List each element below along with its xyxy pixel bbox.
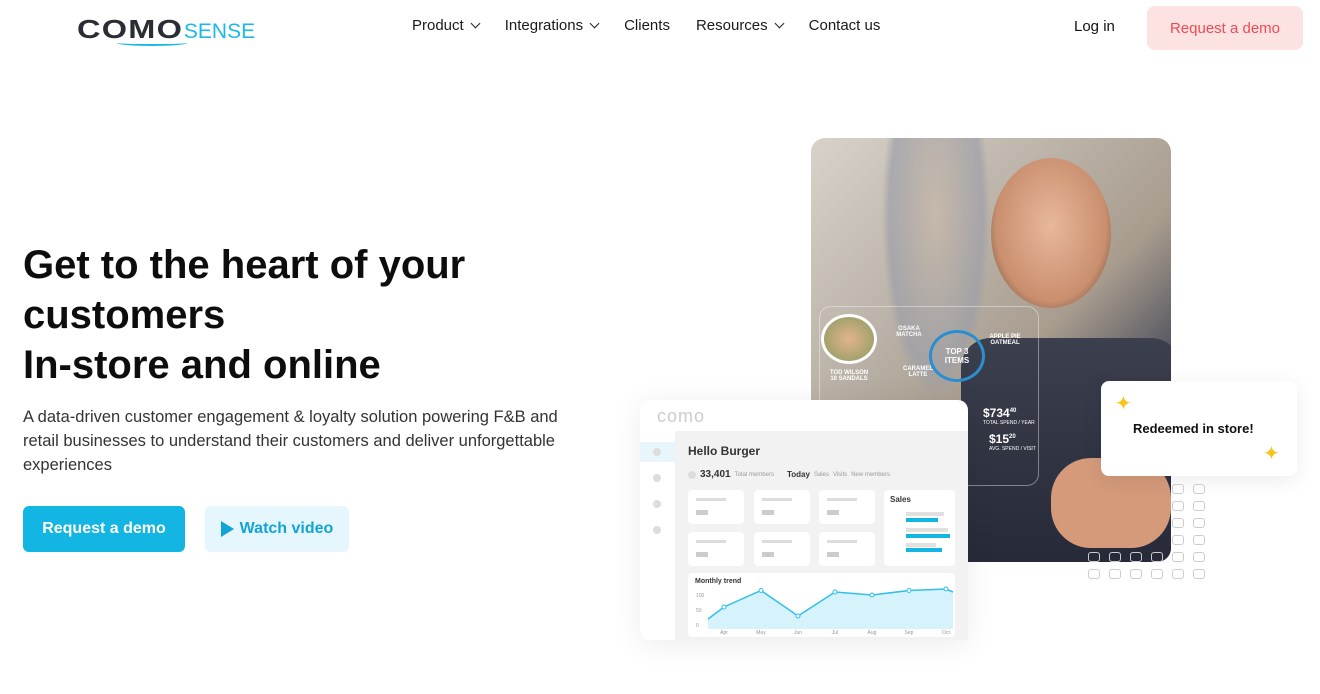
watch-video-button[interactable]: Watch video [205,506,349,552]
item-3: APPLE PIE OATMEAL [989,334,1021,346]
trend-x-tick: May [756,630,766,636]
kpi-tile [819,532,875,566]
logo-swoosh [117,40,187,46]
trend-point [721,604,727,610]
trend-y-tick: 50 [696,608,702,614]
request-demo-button[interactable]: Request a demo [23,506,185,552]
chevron-down-icon [774,18,785,29]
trend-x-tick: Oct [942,630,950,636]
customer-avatar [821,314,877,364]
nav-clients[interactable]: Clients [624,17,670,34]
logo-sense: SENSE [183,20,256,43]
monthly-trend-card: Monthly trend 100 50 0 Apr May Jun Jul Aug Sep Oc… [688,573,955,637]
title-line-2: In-store and online [23,343,381,387]
nav-contact[interactable]: Contact us [809,17,881,34]
main-menu: Product Integrations Clients Resources C… [412,17,880,34]
item-2: CARAMEL LATTE [903,366,933,378]
customer-name: TOD WILSON 10 SANDALS [829,370,869,382]
total-spend-stat: $73440 TOTAL SPEND / YEAR [983,406,1035,426]
kpi-tile [754,532,810,566]
como-sense-logo[interactable]: COMO SENSE [77,14,256,46]
title-line-1: Get to the heart of your customers [23,243,466,337]
dashboard-mockup: como Hello Burger 33,401 Total members To… [640,400,968,640]
nav-integrations[interactable]: Integrations [504,17,600,34]
seat-pattern [1088,484,1207,579]
nav-label: Contact us [808,17,881,34]
trend-chart: 100 50 0 Apr May Jun Jul Aug Sep Oct [696,586,954,636]
nav-label: Product [412,17,464,34]
redeemed-text: Redeemed in store! [1133,421,1254,436]
watch-video-label: Watch video [239,520,334,537]
photo-woman-face [991,158,1111,308]
members-row: 33,401 Total members Today Sales Visits New … [688,469,890,480]
hero-title: Get to the heart of your customers In-sto… [23,240,583,390]
trend-point [869,592,875,598]
trend-x-tick: Aug [868,630,877,636]
trend-x-tick: Jul [832,630,838,636]
kpi-tile [688,490,744,524]
login-link[interactable]: Log in [1074,18,1115,35]
top-nav: COMO SENSE Product Integrations Clients … [0,0,1320,56]
dashboard-main: Hello Burger 33,401 Total members Today Sa… [675,431,968,640]
item-1: OSAKA MATCHA [896,326,922,338]
trend-x-tick: Apr [720,630,728,636]
dashboard-title: Hello Burger [688,444,761,458]
trend-x-tick: Sep [905,630,914,636]
trend-point [943,586,949,592]
dashboard-logo: como [657,406,706,426]
play-icon [220,521,234,537]
request-demo-nav-button[interactable]: Request a demo [1147,6,1303,50]
chevron-down-icon [470,18,481,29]
redeemed-card: ✦ Redeemed in store! ✦ [1101,381,1297,476]
nav-resources[interactable]: Resources [695,17,785,34]
chevron-down-icon [589,18,600,29]
trend-x-tick: Jun [794,630,802,636]
trend-point [758,588,764,593]
trend-y-tick: 0 [696,623,699,629]
kpi-tile [688,532,744,566]
nav-product[interactable]: Product [412,17,481,34]
trend-point [795,613,801,619]
trend-point [906,588,912,593]
nav-label: Clients [624,17,670,34]
hero-subtitle: A data-driven customer engagement & loya… [23,408,558,474]
trend-point [832,589,838,595]
nav-label: Integrations [504,17,584,34]
dashboard-sidebar [640,442,675,640]
nav-label: Resources [695,17,768,34]
trend-y-tick: 100 [696,593,705,599]
sales-card: Sales [884,490,955,566]
avg-spend-stat: $1520 AVG. SPEND / VISIT [989,432,1036,452]
sparkle-icon: ✦ [1263,443,1280,465]
sparkle-icon: ✦ [1115,393,1132,415]
kpi-tile [754,490,810,524]
kpi-tile [819,490,875,524]
